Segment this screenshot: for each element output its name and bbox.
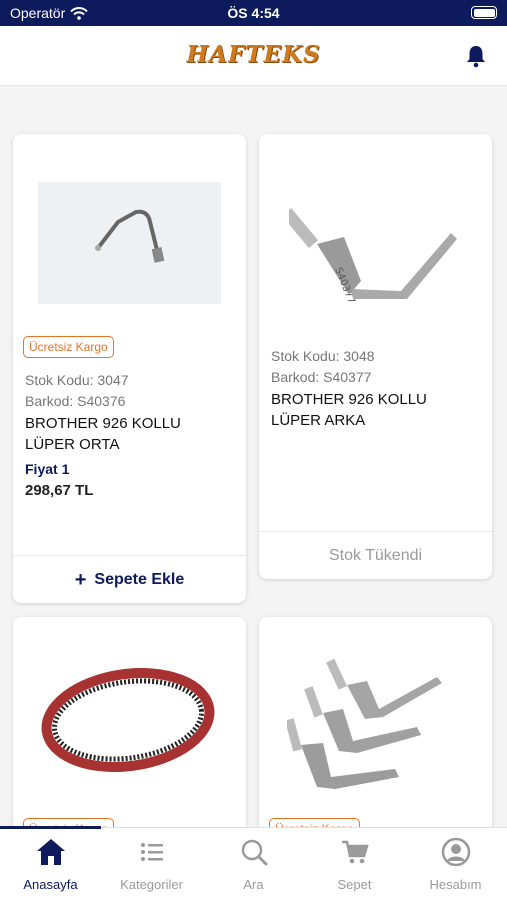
out-of-stock-label: Stok Tükendi bbox=[259, 531, 492, 579]
tab-categories[interactable]: Kategoriler bbox=[101, 828, 202, 900]
barcode: Barkod: S40377 bbox=[271, 369, 372, 385]
product-card[interactable]: Ücretsiz Kargo Stok Kodu: 3047 Barkod: S… bbox=[13, 134, 246, 603]
product-image bbox=[38, 182, 221, 304]
product-image bbox=[41, 668, 215, 772]
stock-code: Stok Kodu: 3047 bbox=[25, 372, 129, 388]
tab-label: Sepet bbox=[337, 877, 372, 892]
tab-home[interactable]: Anasayfa bbox=[0, 828, 101, 900]
brand-logo[interactable]: HAFTEKS bbox=[0, 41, 507, 68]
product-name[interactable]: BROTHER 926 KOLLU LÜPER ARKA bbox=[271, 389, 481, 431]
tab-label: Kategoriler bbox=[120, 877, 183, 892]
barcode: Barkod: S40376 bbox=[25, 393, 126, 409]
home-icon bbox=[37, 839, 65, 865]
search-icon bbox=[241, 839, 268, 866]
free-shipping-badge: Ücretsiz Kargo bbox=[23, 336, 114, 358]
product-card[interactable]: S40377 Stok Kodu: 3048 Barkod: S40377 BR… bbox=[259, 134, 492, 579]
product-name[interactable]: BROTHER 926 KOLLU LÜPER ORTA bbox=[25, 413, 235, 455]
list-icon bbox=[141, 843, 163, 861]
clock: ÖS 4:54 bbox=[227, 5, 280, 21]
tab-search[interactable]: Ara bbox=[203, 828, 304, 900]
plus-icon: + bbox=[74, 568, 87, 591]
stock-code: Stok Kodu: 3048 bbox=[271, 348, 375, 364]
battery-icon bbox=[471, 6, 497, 19]
add-to-cart-label: Sepete Ekle bbox=[94, 570, 185, 588]
product-image: S40377 bbox=[289, 208, 457, 306]
status-bar: Operatör ÖS 4:54 bbox=[0, 0, 507, 26]
tab-label: Ara bbox=[243, 877, 264, 892]
cart-icon bbox=[342, 840, 369, 864]
bell-icon[interactable] bbox=[465, 44, 487, 68]
price-value: 298,67 TL bbox=[25, 482, 94, 499]
app-header: HAFTEKS bbox=[0, 26, 507, 86]
price-label: Fiyat 1 bbox=[25, 461, 70, 477]
bottom-tab-bar: Anasayfa Kategoriler Ara Sepet Hesabım bbox=[0, 826, 507, 900]
tab-label: Anasayfa bbox=[23, 877, 78, 892]
account-icon bbox=[441, 837, 471, 867]
tab-label: Hesabım bbox=[429, 877, 482, 892]
tab-account[interactable]: Hesabım bbox=[405, 828, 506, 900]
product-image bbox=[287, 658, 442, 789]
tab-cart[interactable]: Sepet bbox=[304, 828, 405, 900]
add-to-cart-button[interactable]: + Sepete Ekle bbox=[13, 555, 246, 603]
